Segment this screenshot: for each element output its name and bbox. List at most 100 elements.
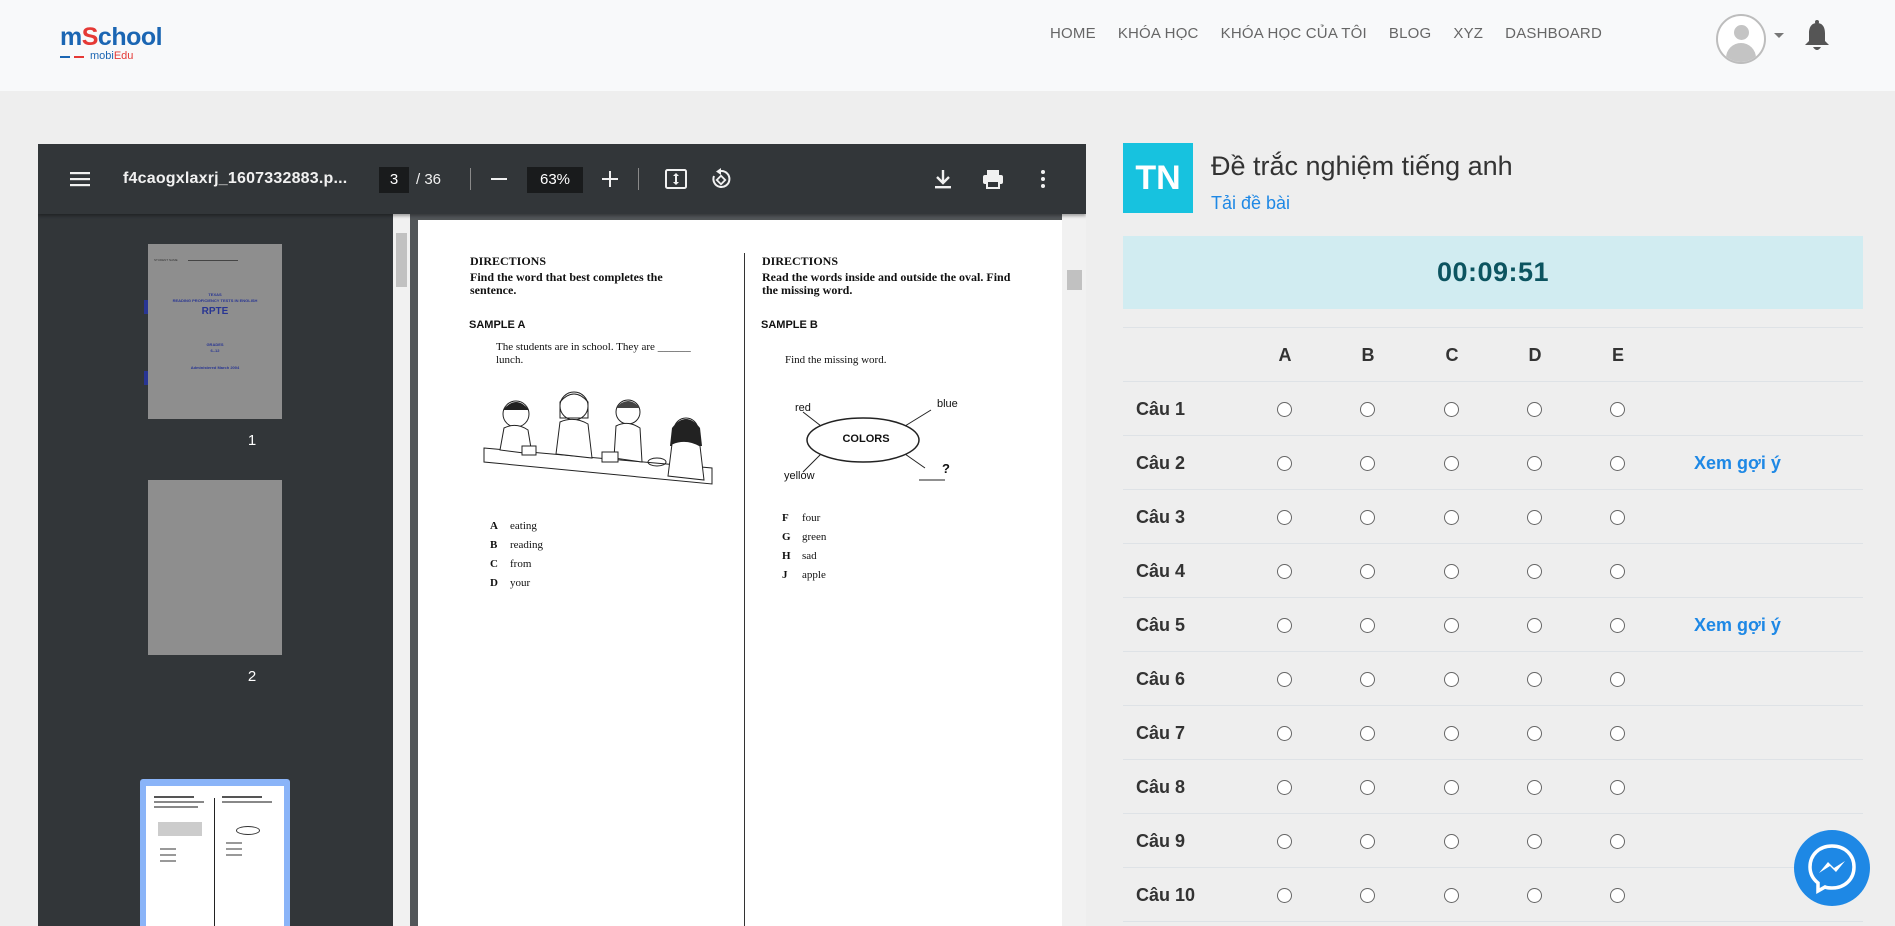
download-exam-link[interactable]: Tải đề bài [1211, 193, 1290, 214]
answer-radio-d[interactable] [1527, 564, 1542, 579]
answer-radio-e[interactable] [1610, 726, 1625, 741]
question-label: Câu 3 [1136, 507, 1186, 527]
answer-radio-a[interactable] [1277, 456, 1292, 471]
page-total: / 36 [416, 171, 442, 188]
option-text: reading [510, 539, 543, 551]
answer-radio-b[interactable] [1360, 672, 1375, 687]
view-hint-link[interactable]: Xem gợi ý [1694, 598, 1781, 652]
answer-radio-e[interactable] [1610, 564, 1625, 579]
column-c-header: C [1445, 345, 1459, 365]
answer-radio-b[interactable] [1360, 834, 1375, 849]
oval-word-red: red [795, 402, 811, 414]
answer-radio-e[interactable] [1610, 402, 1625, 417]
thumbnail-page-2[interactable] [148, 480, 282, 655]
pdf-filename: f4caogxlaxrj_1607332883.p... [123, 170, 348, 187]
answer-radio-d[interactable] [1527, 834, 1542, 849]
toolbar-divider [638, 168, 639, 190]
answer-radio-a[interactable] [1277, 834, 1292, 849]
thumbnail-label-1: 1 [247, 432, 257, 449]
answer-radio-b[interactable] [1360, 888, 1375, 903]
question-label: Câu 6 [1136, 669, 1186, 689]
mschool-logo[interactable]: mSchool mobiEdu [60, 24, 170, 64]
answer-radio-e[interactable] [1610, 888, 1625, 903]
countdown-timer: 00:09:51 [1123, 236, 1863, 309]
answer-radio-a[interactable] [1277, 564, 1292, 579]
menu-icon[interactable] [68, 167, 92, 191]
answer-radio-e[interactable] [1610, 834, 1625, 849]
answer-radio-c[interactable] [1444, 672, 1459, 687]
answer-radio-b[interactable] [1360, 402, 1375, 417]
bell-icon[interactable] [1802, 20, 1832, 54]
question-row: Câu 2 Xem gợi ý [1123, 436, 1863, 490]
answer-radio-c[interactable] [1444, 780, 1459, 795]
option-text: sad [802, 550, 817, 562]
answer-radio-e[interactable] [1610, 780, 1625, 795]
answer-radio-d[interactable] [1527, 510, 1542, 525]
answer-radio-c[interactable] [1444, 618, 1459, 633]
nav-home[interactable]: HOME [1039, 24, 1107, 44]
answer-radio-c[interactable] [1444, 888, 1459, 903]
chevron-down-icon[interactable] [1774, 33, 1784, 38]
answer-radio-c[interactable] [1444, 834, 1459, 849]
zoom-in-icon[interactable] [598, 167, 622, 191]
answer-radio-a[interactable] [1277, 672, 1292, 687]
answer-radio-c[interactable] [1444, 456, 1459, 471]
option-text: from [510, 558, 532, 570]
answer-radio-a[interactable] [1277, 780, 1292, 795]
answer-radio-b[interactable] [1360, 618, 1375, 633]
nav-blog[interactable]: BLOG [1378, 24, 1442, 44]
thumb-title: RPTE [201, 306, 229, 317]
download-icon[interactable] [931, 167, 955, 191]
answer-radio-c[interactable] [1444, 726, 1459, 741]
answer-radio-d[interactable] [1527, 618, 1542, 633]
answer-radio-e[interactable] [1610, 672, 1625, 687]
answer-radio-d[interactable] [1527, 726, 1542, 741]
option-letter: G [782, 531, 791, 543]
page-number-input[interactable]: 3 [379, 167, 409, 193]
column-a-header: A [1278, 345, 1292, 365]
nav-courses[interactable]: KHÓA HỌC [1107, 24, 1210, 44]
view-hint-link[interactable]: Xem gợi ý [1694, 436, 1781, 490]
oval-word-yellow: yellow [784, 470, 815, 482]
thumb-line1: TEXAS [208, 292, 222, 297]
answer-radio-a[interactable] [1277, 726, 1292, 741]
answer-radio-d[interactable] [1527, 402, 1542, 417]
answer-radio-a[interactable] [1277, 402, 1292, 417]
answer-radio-b[interactable] [1360, 510, 1375, 525]
fit-page-icon[interactable] [664, 167, 688, 191]
answer-radio-d[interactable] [1527, 672, 1542, 687]
thumbnail-page-1[interactable]: STUDENT NAME TEXAS READING PROFICIENCY T… [144, 244, 282, 419]
nav-xyz[interactable]: XYZ [1442, 24, 1494, 44]
zoom-input[interactable]: 63% [527, 167, 583, 193]
answer-radio-b[interactable] [1360, 780, 1375, 795]
zoom-out-icon[interactable] [487, 167, 511, 191]
answer-radio-b[interactable] [1360, 564, 1375, 579]
answer-radio-e[interactable] [1610, 618, 1625, 633]
more-options-icon[interactable] [1031, 167, 1055, 191]
answer-radio-a[interactable] [1277, 618, 1292, 633]
print-icon[interactable] [981, 167, 1005, 191]
answer-radio-c[interactable] [1444, 402, 1459, 417]
thumbnail-scrollbar[interactable] [393, 214, 410, 926]
answer-radio-d[interactable] [1527, 456, 1542, 471]
question-label: Câu 5 [1136, 615, 1186, 635]
answer-radio-d[interactable] [1527, 888, 1542, 903]
question-row: Câu 3 [1123, 490, 1863, 544]
answer-radio-e[interactable] [1610, 510, 1625, 525]
answer-radio-b[interactable] [1360, 726, 1375, 741]
answer-radio-d[interactable] [1527, 780, 1542, 795]
user-avatar[interactable] [1716, 14, 1766, 64]
rotate-icon[interactable] [709, 167, 733, 191]
messenger-chat-button[interactable] [1794, 830, 1870, 906]
answer-radio-c[interactable] [1444, 510, 1459, 525]
answer-radio-a[interactable] [1277, 510, 1292, 525]
nav-dashboard[interactable]: DASHBOARD [1494, 24, 1613, 44]
option-letter: D [490, 577, 498, 589]
nav-my-courses[interactable]: KHÓA HỌC CỦA TÔI [1210, 24, 1378, 44]
question-label: Câu 7 [1136, 723, 1186, 743]
page-scrollbar[interactable] [1062, 214, 1086, 926]
answer-radio-c[interactable] [1444, 564, 1459, 579]
answer-radio-e[interactable] [1610, 456, 1625, 471]
answer-radio-b[interactable] [1360, 456, 1375, 471]
answer-radio-a[interactable] [1277, 888, 1292, 903]
